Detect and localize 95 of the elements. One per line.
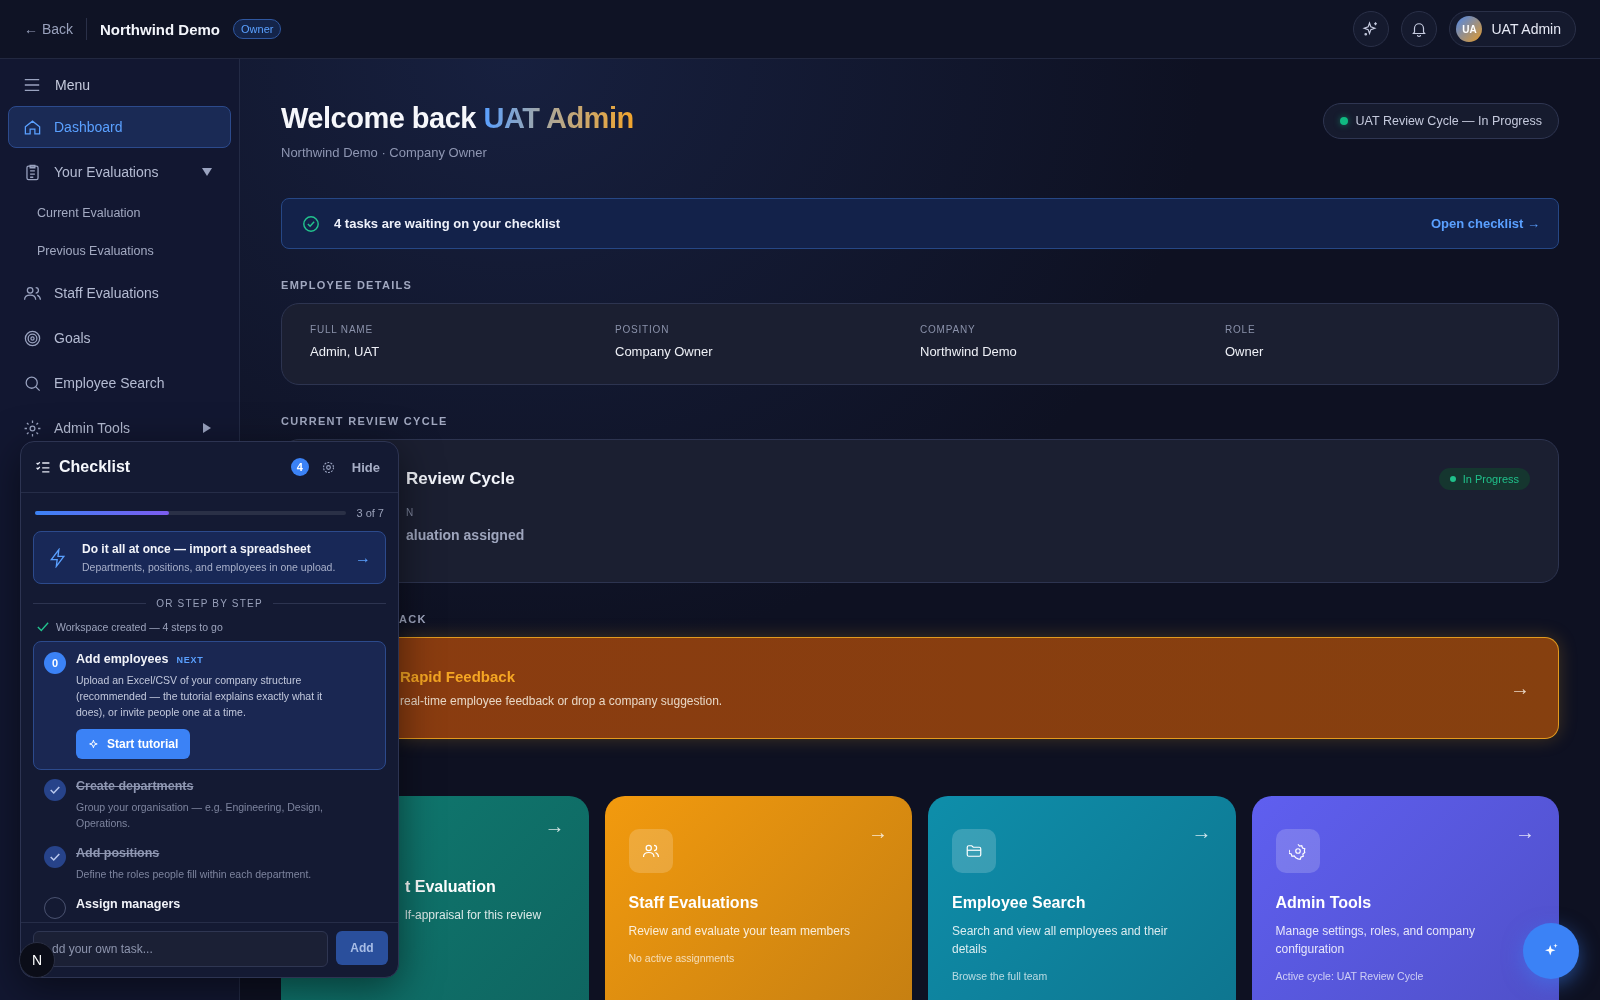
field-label: POSITION bbox=[615, 324, 671, 335]
feedback-description: real-time employee feedback or drop a company suggestion. bbox=[400, 694, 723, 708]
card-title: Employee Search bbox=[952, 894, 1087, 912]
cycle-title: Review Cycle bbox=[406, 469, 515, 489]
step-title: Create departments bbox=[76, 779, 194, 793]
nav-subitem[interactable]: Previous Evaluations bbox=[8, 234, 231, 268]
card-description: Search and view all employees and their details bbox=[952, 923, 1169, 958]
lightning-icon bbox=[48, 547, 68, 568]
import-spreadsheet-card[interactable]: Do it all at once — import a spreadsheet Departments, positions, and employees in one upload. → bbox=[33, 531, 386, 584]
role-badge: Owner bbox=[233, 19, 282, 39]
field-value: Northwind Demo bbox=[920, 344, 1018, 359]
settings-icon[interactable] bbox=[320, 459, 336, 475]
section-heading: ACK bbox=[398, 613, 427, 625]
page-subtitle: Northwind Demo · Company Owner bbox=[281, 145, 488, 160]
folder-icon bbox=[965, 842, 983, 860]
nav-item[interactable]: Admin Tools bbox=[8, 407, 231, 449]
check-icon bbox=[37, 621, 49, 633]
arrow-icon: → bbox=[1191, 821, 1212, 844]
start-tutorial-button[interactable]: Start tutorial bbox=[76, 729, 191, 759]
divider-label: OR STEP BY STEP bbox=[156, 598, 263, 609]
home-icon bbox=[23, 117, 42, 137]
status-dot bbox=[1339, 117, 1348, 125]
workspace-status: Workspace created — 4 steps to go bbox=[56, 621, 223, 633]
step-description: Upload an Excel/CSV of your company structure (recommended — the tutorial explains exactly what it does), or invite people one at a time. bbox=[76, 673, 324, 720]
gear-icon bbox=[23, 418, 42, 438]
menu-icon[interactable] bbox=[23, 76, 41, 94]
target-icon bbox=[23, 328, 42, 348]
arrow-icon: → bbox=[544, 815, 565, 838]
user-avatar: UA bbox=[1456, 16, 1483, 42]
step-title: Add employees bbox=[76, 652, 169, 666]
add-button[interactable]: Add bbox=[336, 931, 388, 965]
sparkle-icon bbox=[88, 737, 101, 751]
nav-item[interactable]: Employee Search bbox=[8, 362, 231, 404]
section-heading: EMPLOYEE DETAILS bbox=[281, 279, 414, 291]
clipboard-icon bbox=[23, 162, 42, 182]
import-description: Departments, positions, and employees in one upload. bbox=[82, 561, 337, 573]
open-checklist-link[interactable]: Open checklist → bbox=[1430, 216, 1540, 231]
nav-item[interactable]: Your Evaluations bbox=[8, 151, 231, 193]
quick-action-card[interactable]: → Admin Tools Manage settings, roles, and company configuration Active cycle: UAT Review Cycle bbox=[1251, 796, 1559, 1000]
count-badge: 4 bbox=[290, 458, 309, 476]
done-check-icon bbox=[44, 846, 66, 868]
card-title: t Evaluation bbox=[405, 878, 497, 896]
welcome-heading: Welcome back UAT Admin bbox=[281, 101, 634, 136]
arrow-icon: → bbox=[1510, 676, 1530, 700]
card-description: lf-appraisal for this review bbox=[405, 907, 543, 924]
section-heading: CURRENT REVIEW CYCLE bbox=[281, 415, 449, 427]
cycle-status-text: UAT Review Cycle — In Progress bbox=[1355, 114, 1542, 128]
nav-subitem[interactable]: Current Evaluation bbox=[8, 196, 231, 230]
workspace-title: Northwind Demo bbox=[100, 20, 220, 38]
back-link[interactable]: ← Back bbox=[24, 21, 73, 37]
arrow-icon: → bbox=[1515, 821, 1535, 844]
check-circle-icon bbox=[302, 214, 320, 233]
users-icon bbox=[641, 842, 660, 860]
gear-icon bbox=[1288, 842, 1307, 860]
quick-action-card[interactable]: → Employee Search Search and view all employees and their details Browse the full team bbox=[928, 796, 1236, 1000]
import-title: Do it all at once — import a spreadsheet bbox=[82, 542, 312, 556]
field-value: Owner bbox=[1225, 344, 1265, 359]
field-value: Admin, UAT bbox=[310, 344, 381, 359]
menu-label: Menu bbox=[55, 77, 91, 93]
card-title: Staff Evaluations bbox=[628, 894, 760, 912]
hide-button[interactable]: Hide bbox=[351, 459, 380, 475]
field-label: FULL NAME bbox=[310, 324, 374, 335]
card-footnote: Active cycle: UAT Review Cycle bbox=[1275, 970, 1425, 982]
nav-item[interactable]: Staff Evaluations bbox=[8, 272, 231, 314]
next-tag: NEXT bbox=[176, 655, 204, 665]
step-number: 0 bbox=[44, 652, 66, 674]
card-description: Manage settings, roles, and company configuration bbox=[1275, 923, 1476, 958]
nav-item[interactable]: Goals bbox=[8, 317, 231, 359]
arrow-icon: → bbox=[868, 821, 888, 844]
ai-button[interactable] bbox=[1353, 11, 1390, 47]
arrow-icon: → bbox=[355, 548, 371, 567]
field-label: N bbox=[406, 507, 415, 518]
step-title: Add positions bbox=[76, 846, 160, 860]
card-footnote: No active assignments bbox=[628, 952, 736, 964]
progress-reading: 3 of 7 bbox=[356, 507, 384, 519]
status-badge: In Progress bbox=[1438, 468, 1530, 490]
card-description: Review and evaluate your team members bbox=[628, 923, 851, 940]
feedback-title: Rapid Feedback bbox=[400, 668, 517, 685]
checklist-icon bbox=[35, 459, 51, 475]
field-value: Company Owner bbox=[615, 344, 714, 359]
field-value: aluation assigned bbox=[406, 527, 526, 543]
user-menu-button[interactable]: UA UAT Admin bbox=[1449, 11, 1576, 47]
rapid-feedback-card[interactable]: Rapid Feedback real-time employee feedback or drop a company suggestion. → bbox=[398, 637, 1559, 739]
current-step-card[interactable]: 0 Add employees NEXT Upload an Excel/CSV of your company structure (recommended — the tutorial explains exactly what it does), or invite people one at a time. Start tutorial bbox=[33, 641, 386, 770]
field-label: COMPANY bbox=[920, 324, 977, 335]
notifications-button[interactable] bbox=[1401, 11, 1438, 47]
field-label: ROLE bbox=[1225, 324, 1257, 335]
nav-item[interactable]: Dashboard bbox=[8, 106, 231, 148]
step-title: Assign managers bbox=[76, 897, 181, 911]
card-footnote: Browse the full team bbox=[952, 970, 1049, 982]
user-name: UAT Admin bbox=[1491, 21, 1561, 37]
banner-message: 4 tasks are waiting on your checklist bbox=[334, 216, 562, 231]
done-check-icon bbox=[44, 779, 66, 801]
card-title: Admin Tools bbox=[1275, 894, 1373, 912]
checklist-title: Checklist bbox=[59, 458, 132, 476]
